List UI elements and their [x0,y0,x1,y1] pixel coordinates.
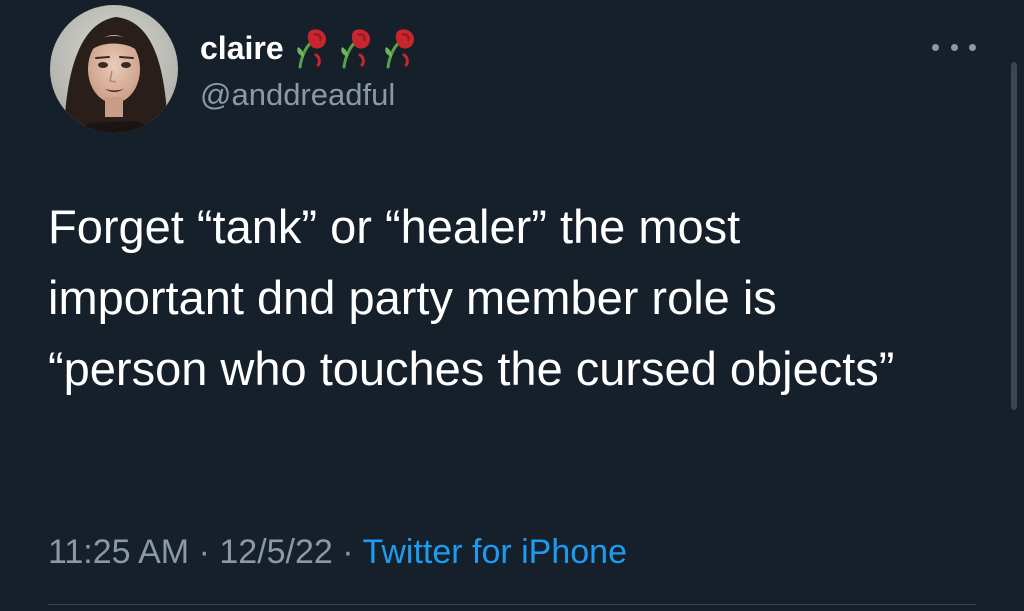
meta-separator: · [342,533,363,571]
wilted-rose-icon [296,29,326,69]
tweet-source-link[interactable]: Twitter for iPhone [362,533,627,571]
tweet-time[interactable]: 11:25 AM [48,533,189,571]
more-horizontal-icon-dot [950,43,958,51]
scrollbar[interactable] [1011,62,1017,410]
tweet-text: Forget “tank” or “healer” the most impor… [48,200,895,395]
tweet-metadata: 11:25 AM · 12/5/22 · Twitter for iPhone [48,530,627,574]
tweet-card: claire @anddreadful Forget “tank” or “he… [0,0,1024,611]
wilted-rose-icon [340,29,370,69]
tweet-date[interactable]: 12/5/22 [219,533,332,571]
display-name[interactable]: claire [200,32,284,64]
more-horizontal-icon [932,43,939,51]
more-options-button[interactable] [932,36,976,58]
display-name-row[interactable]: claire [200,26,426,70]
meta-separator: · [198,533,220,571]
divider [48,604,976,605]
wilted-rose-icon [384,29,414,69]
avatar[interactable] [50,5,178,133]
name-emoji-group [294,27,426,69]
more-horizontal-icon-dot [969,43,976,51]
user-handle[interactable]: @anddreadful [200,79,395,110]
